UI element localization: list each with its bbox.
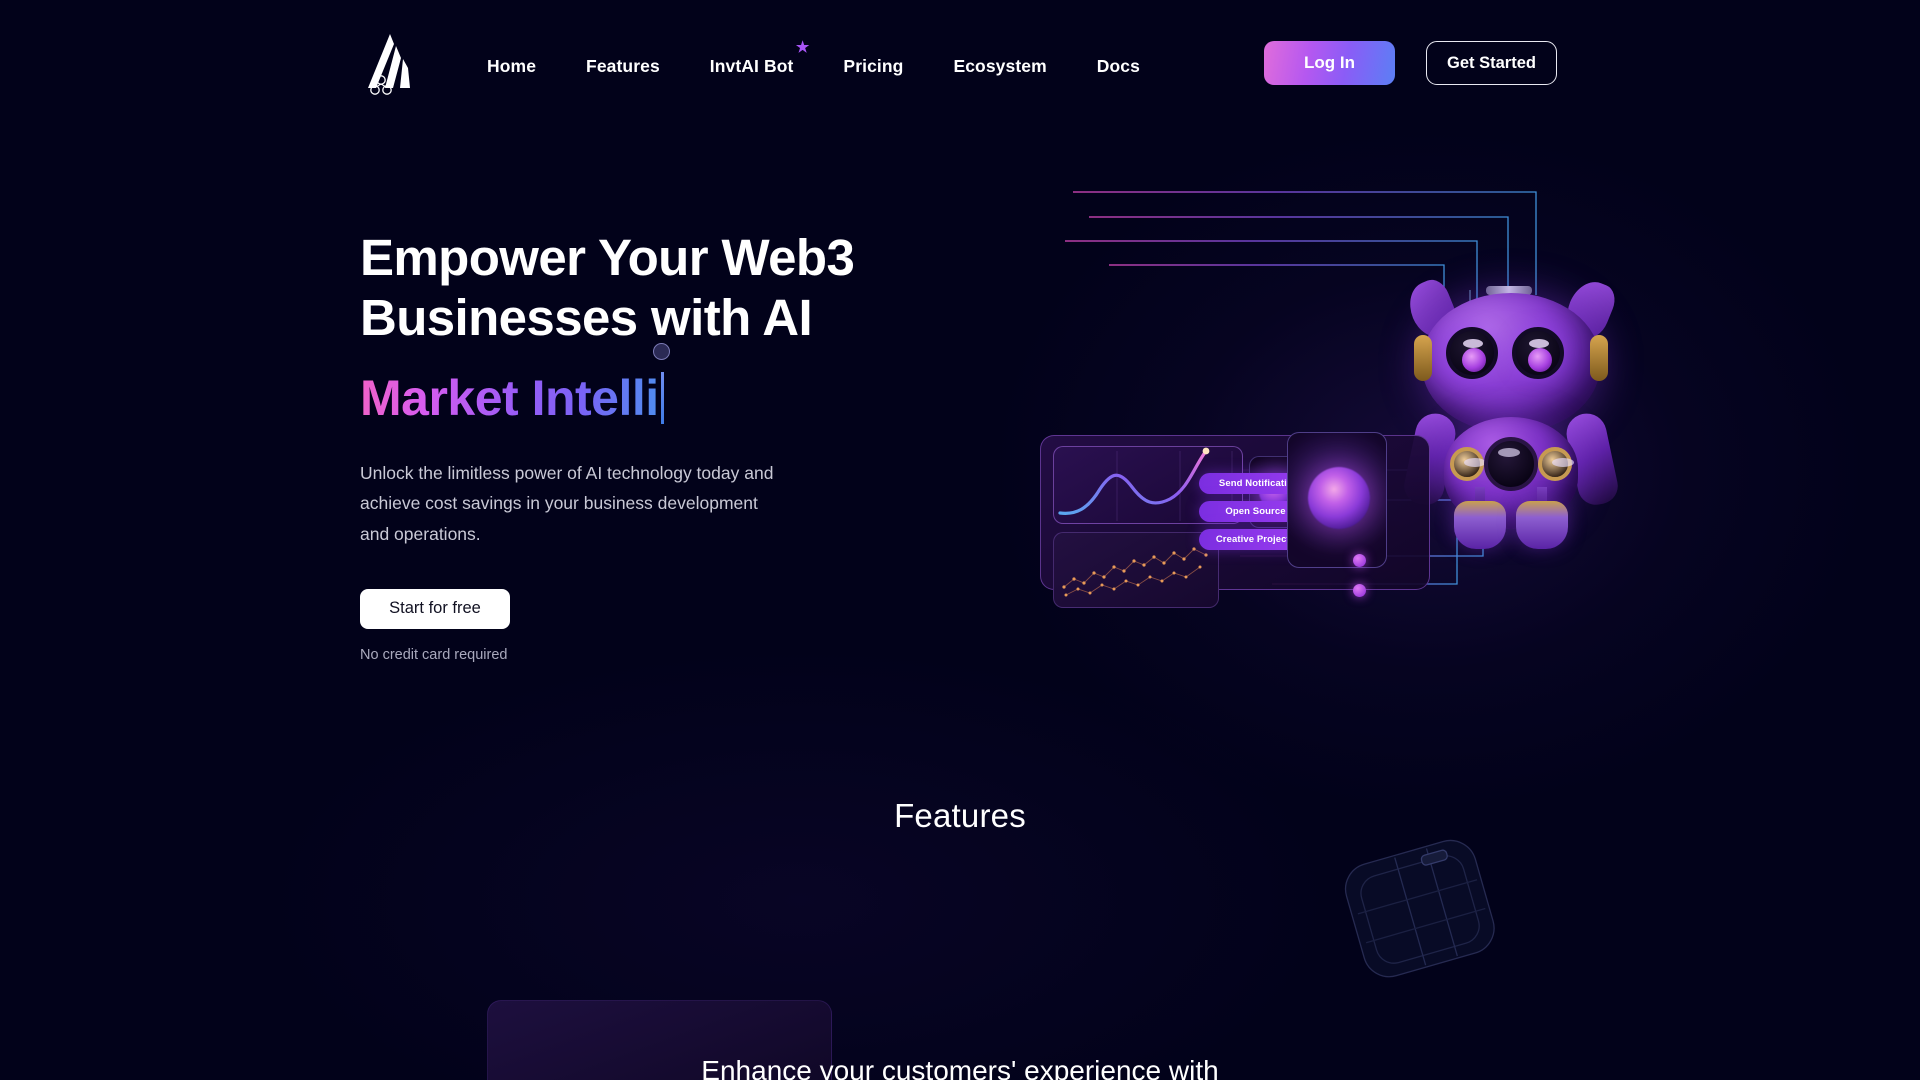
nav-item-ecosystem[interactable]: Ecosystem: [953, 48, 1096, 85]
nav-item-features[interactable]: Features: [586, 48, 710, 85]
invtai-robot-mascot: [1400, 265, 1622, 555]
landing-page: Home Features InvtAI Bot ★ Pricing Ecosys…: [0, 0, 1920, 1080]
primary-nav-links: Home Features InvtAI Bot ★ Pricing Ecosys…: [487, 40, 1140, 85]
log-in-button[interactable]: Log In: [1264, 41, 1395, 85]
top-navigation-bar: Home Features InvtAI Bot ★ Pricing Ecosys…: [0, 0, 1920, 128]
connector-node-1-icon: [1353, 554, 1366, 567]
typing-caret-icon: [660, 372, 664, 425]
nav-item-home[interactable]: Home: [487, 48, 586, 85]
nav-item-ecosystem-label: Ecosystem: [953, 56, 1047, 76]
nav-item-invtai-bot-label: InvtAI Bot: [709, 56, 794, 76]
robot-lens-center-icon: [1484, 437, 1538, 491]
caret-dot-icon: [652, 343, 670, 361]
logo-glyph-icon: [368, 34, 410, 95]
no-credit-card-note: No credit card required: [360, 646, 508, 663]
nav-item-features-label: Features: [586, 56, 660, 76]
hero-illustration: Send Notifications Open Source Creative …: [1040, 170, 1660, 730]
get-started-button[interactable]: Get Started: [1426, 41, 1557, 85]
nav-item-docs-label: Docs: [1096, 56, 1140, 76]
robot-pupil-right-icon: [1528, 348, 1552, 372]
nav-actions: Log In Get Started: [1264, 41, 1557, 85]
nav-item-pricing[interactable]: Pricing: [843, 48, 953, 85]
nav-item-invtai-bot[interactable]: InvtAI Bot ★: [709, 40, 844, 85]
features-section-title: Features: [894, 797, 1026, 834]
page-title: Empower Your Web3 Businesses with AI: [360, 228, 960, 348]
robot-eye-left-icon: [1446, 327, 1498, 379]
hero-typed-heading: Market Intelli: [360, 343, 670, 427]
nav-item-pricing-label: Pricing: [843, 56, 904, 76]
robot-lens-left-icon: [1450, 447, 1486, 481]
glass-cube-decoration: [1315, 822, 1530, 997]
nav-item-docs[interactable]: Docs: [1097, 48, 1140, 85]
nav-item-home-label: Home: [487, 56, 537, 76]
hero-content: Empower Your Web3 Businesses with AI Mar…: [360, 228, 960, 663]
robot-foot-left-icon: [1454, 501, 1506, 549]
start-for-free-button[interactable]: Start for free: [360, 588, 510, 629]
hero-paragraph: Unlock the limitless power of AI technol…: [360, 463, 774, 544]
features-sub-heading: Enhance your customers' experience with: [701, 1055, 1219, 1080]
hero-typed-text: Market Intelli: [360, 370, 659, 427]
hero-scatter-chart: [1062, 547, 1208, 597]
glass-cube-icon: [1344, 839, 1495, 978]
robot-lens-right-icon: [1538, 447, 1574, 481]
robot-eye-glint-right-icon: [1529, 339, 1549, 348]
glowing-orb-card: [1287, 432, 1387, 568]
robot-pupil-left-icon: [1462, 348, 1486, 372]
robot-eye-right-icon: [1512, 327, 1564, 379]
scatter-chart-card: [1053, 532, 1219, 608]
orb-icon-large: [1308, 467, 1370, 529]
hero-heading-line2: Businesses with AI: [360, 289, 813, 347]
star-icon: ★: [795, 39, 810, 56]
robot-head-port-left-icon: [1414, 335, 1432, 381]
brand-logo-icon[interactable]: [362, 32, 426, 100]
robot-foot-right-icon: [1516, 501, 1568, 549]
hero-heading-line1: Empower Your Web3: [360, 229, 855, 286]
connector-node-2-icon: [1353, 584, 1366, 597]
robot-head-port-right-icon: [1590, 335, 1608, 381]
robot-eye-glint-left-icon: [1463, 339, 1483, 348]
